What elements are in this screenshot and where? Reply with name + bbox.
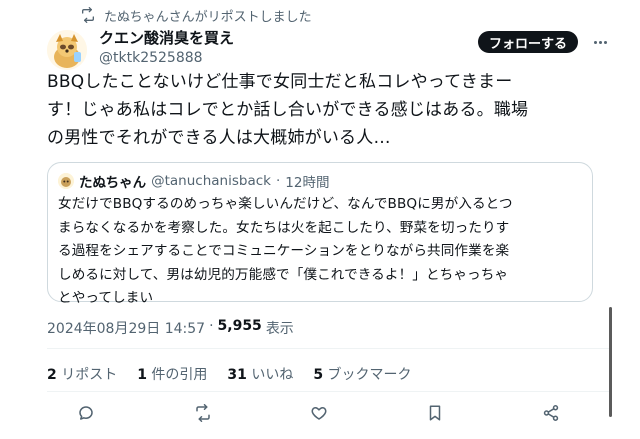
views-label: 表示 — [265, 321, 294, 337]
follow-button[interactable]: フォローする — [478, 31, 578, 53]
reply-icon — [79, 406, 93, 420]
stat-quotes[interactable]: 1 件の引用 — [137, 364, 207, 384]
divider-top — [47, 348, 609, 349]
bookmark-icon — [429, 405, 441, 421]
divider-bottom — [47, 391, 609, 392]
repost-button[interactable] — [190, 400, 216, 426]
quoted-tweet-header: たぬちゃん @tanuchanisback · 12時間 — [58, 171, 329, 191]
repost-banner[interactable]: たぬちゃんさんがリポストしました — [80, 5, 312, 25]
quoted-tweet-text: 女だけでBBQするのめっちゃ楽しいんだけど、なんでBBQに男が入るとつ まらなく… — [58, 196, 513, 306]
share-button[interactable] — [538, 400, 564, 426]
quoted-avatar[interactable] — [58, 173, 74, 189]
stat-likes[interactable]: 31 いいね — [227, 364, 293, 384]
repost-banner-text: たぬちゃんさんがリポストしました — [104, 9, 312, 25]
quoted-time[interactable]: 12時間 — [285, 171, 329, 191]
share-icon — [543, 405, 559, 421]
meta-separator: · — [209, 318, 214, 334]
tweet-text: BBQしたことないけど仕事で女同士だと私コレやってきまー す！じゃあ私はコレでと… — [47, 72, 529, 148]
repost-icon — [82, 7, 94, 23]
timestamp[interactable]: 2024年08月29日 14:57 — [47, 318, 205, 338]
like-icon — [311, 407, 327, 420]
avatar[interactable] — [47, 30, 87, 70]
author-name[interactable]: クエン酸消臭を買え — [99, 28, 234, 48]
bookmark-button[interactable] — [422, 400, 448, 426]
author-block[interactable]: クエン酸消臭を買え @tktk2525888 — [99, 28, 234, 68]
author-handle[interactable]: @tktk2525888 — [99, 48, 234, 68]
scrollbar[interactable] — [609, 307, 612, 417]
engagement-stats: 2 リポスト 1 件の引用 31 いいね 5 ブックマーク — [47, 364, 412, 384]
avatar-image — [47, 30, 87, 70]
repost-icon — [196, 404, 210, 422]
action-bar — [60, 400, 600, 426]
tweet-meta: 2024年08月29日 14:57 · 5,955 表示 — [47, 318, 294, 338]
more-options-icon[interactable] — [590, 33, 610, 51]
reply-button[interactable] — [73, 400, 99, 426]
views-count: 5,955 — [217, 318, 262, 334]
stat-bookmarks[interactable]: 5 ブックマーク — [313, 364, 411, 384]
quoted-author-handle[interactable]: @tanuchanisback — [151, 173, 271, 189]
like-button[interactable] — [306, 400, 332, 426]
quoted-tweet[interactable]: たぬちゃん @tanuchanisback · 12時間 女だけでBBQするのめ… — [47, 162, 593, 306]
quoted-author-name[interactable]: たぬちゃん — [79, 171, 146, 191]
stat-reposts[interactable]: 2 リポスト — [47, 364, 117, 384]
quoted-avatar-image — [58, 173, 74, 189]
quoted-separator: · — [275, 173, 281, 189]
